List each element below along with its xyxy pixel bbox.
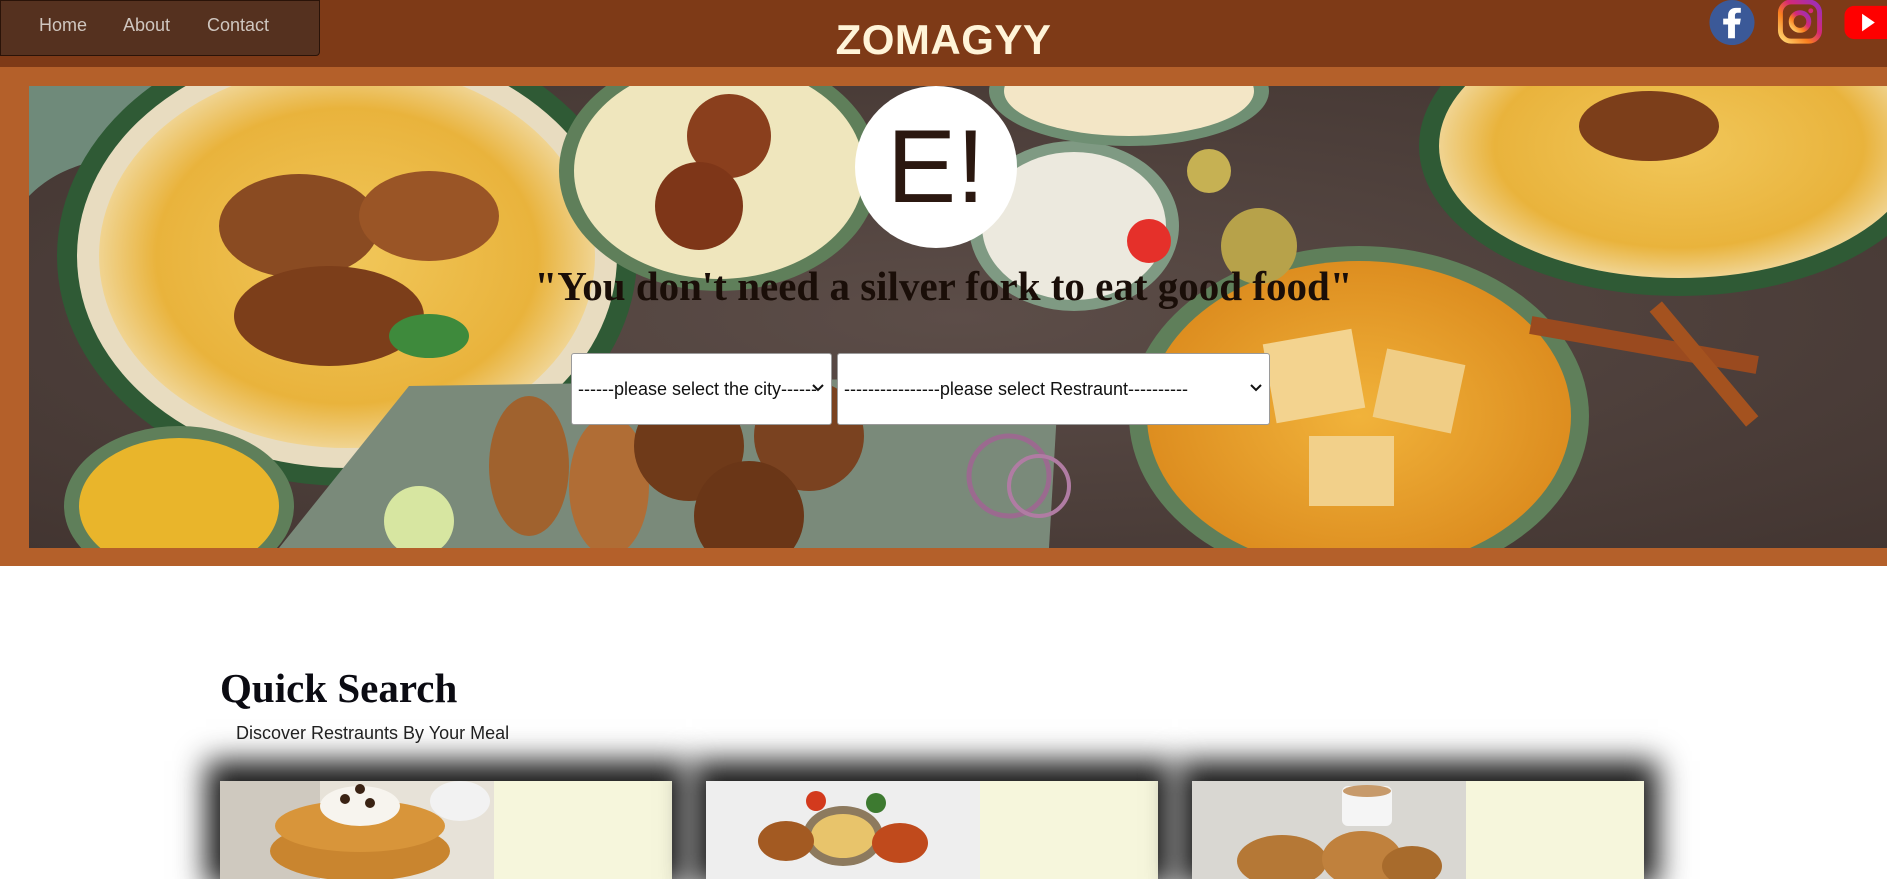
meal-card-image [706,781,980,879]
youtube-icon[interactable] [1842,0,1887,47]
logo-text: E! [886,109,986,225]
site-title: ZOMAGYY [835,16,1052,63]
restaurant-select-value: ----------------please select Restraunt-… [844,379,1188,399]
facebook-icon[interactable] [1708,0,1756,47]
thali-image [706,781,980,879]
quick-search-subtitle: Discover Restraunts By Your Meal [236,723,510,743]
meal-card-image [1192,781,1466,879]
instagram-icon[interactable] [1776,0,1824,47]
meal-card-image [220,781,494,879]
top-navbar: Home About Contact ZOMAGYY [0,0,1887,67]
chevron-down-icon [1250,384,1262,392]
quick-search-title: Quick Search [220,665,458,711]
city-select-value: ------please select the city------ [578,379,818,399]
site-logo: E! [855,86,1017,248]
city-select[interactable]: ------please select the city------ [571,353,832,425]
meal-card-lunch[interactable] [706,781,1158,879]
chevron-down-icon [812,384,824,392]
restaurant-select[interactable]: ----------------please select Restraunt-… [837,353,1270,425]
meal-card-snacks[interactable] [1192,781,1644,879]
meal-card-breakfast[interactable] [220,781,672,879]
hero-tagline: "You don't need a silver fork to eat goo… [534,263,1353,309]
snacks-image [1192,781,1466,879]
pancake-image [220,781,494,879]
